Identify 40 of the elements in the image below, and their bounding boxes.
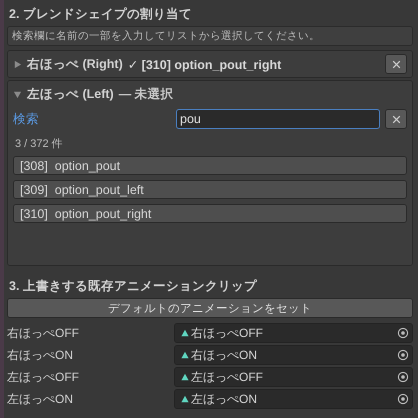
object-picker-icon[interactable] [397, 393, 409, 405]
section-title: 2. ブレンドシェイプの割り当て [8, 6, 193, 23]
clip-label: 右ほっぺOFF [7, 324, 80, 342]
object-picker-icon[interactable] [397, 371, 409, 383]
clear-button[interactable] [385, 109, 407, 129]
result-item[interactable]: [308] option_pout [13, 156, 407, 175]
clip-field[interactable]: 右ほっぺOFF [174, 323, 413, 343]
clip-label: 左ほっぺON [7, 390, 74, 408]
result-item[interactable]: [310] option_pout_right [13, 204, 407, 223]
section-title: 3. 上書きする既存アニメーションクリップ [8, 278, 258, 295]
close-icon [390, 58, 402, 70]
search-field[interactable]: pou [176, 109, 380, 129]
animation-clip-icon [181, 395, 189, 403]
clip-field[interactable]: 左ほっぺOFF [174, 367, 413, 387]
animation-clip-icon [181, 329, 189, 337]
slot-status: — 未選択 [118, 86, 174, 102]
clip-field[interactable]: 左ほっぺON [174, 389, 413, 409]
object-picker-icon[interactable] [397, 327, 409, 339]
set-default-button[interactable]: デフォルトのアニメーションをセット [7, 298, 413, 318]
result-item[interactable]: [309] option_pout_left [13, 180, 407, 199]
clip-value: 左ほっぺOFF [191, 368, 263, 386]
clip-label: 右ほっぺON [7, 346, 74, 364]
slot-status: ✓ [310] option_pout_right [128, 56, 282, 72]
clip-label: 左ほっぺOFF [7, 368, 80, 386]
clip-value: 右ほっぺOFF [191, 324, 263, 342]
result-count: 3 / 372 件 [14, 137, 64, 152]
help-text: 検索欄に名前の一部を入力してリストから選択してください。 [7, 26, 413, 46]
clip-field[interactable]: 右ほっぺON [174, 345, 413, 365]
foldout-arrow-icon[interactable] [13, 90, 22, 98]
search-label: 検索 [13, 110, 40, 128]
slot-label: 左ほっぺ (Left) [27, 86, 114, 102]
clip-value: 左ほっぺON [191, 390, 257, 408]
slot-label: 右ほっぺ (Right) [27, 56, 123, 72]
animation-clip-icon [181, 351, 189, 359]
clear-button[interactable] [385, 54, 407, 74]
clip-value: 右ほっぺON [191, 346, 257, 364]
animation-clip-icon [181, 373, 189, 381]
object-picker-icon[interactable] [397, 349, 409, 361]
foldout-arrow-icon[interactable] [13, 60, 22, 68]
close-icon [390, 114, 402, 124]
